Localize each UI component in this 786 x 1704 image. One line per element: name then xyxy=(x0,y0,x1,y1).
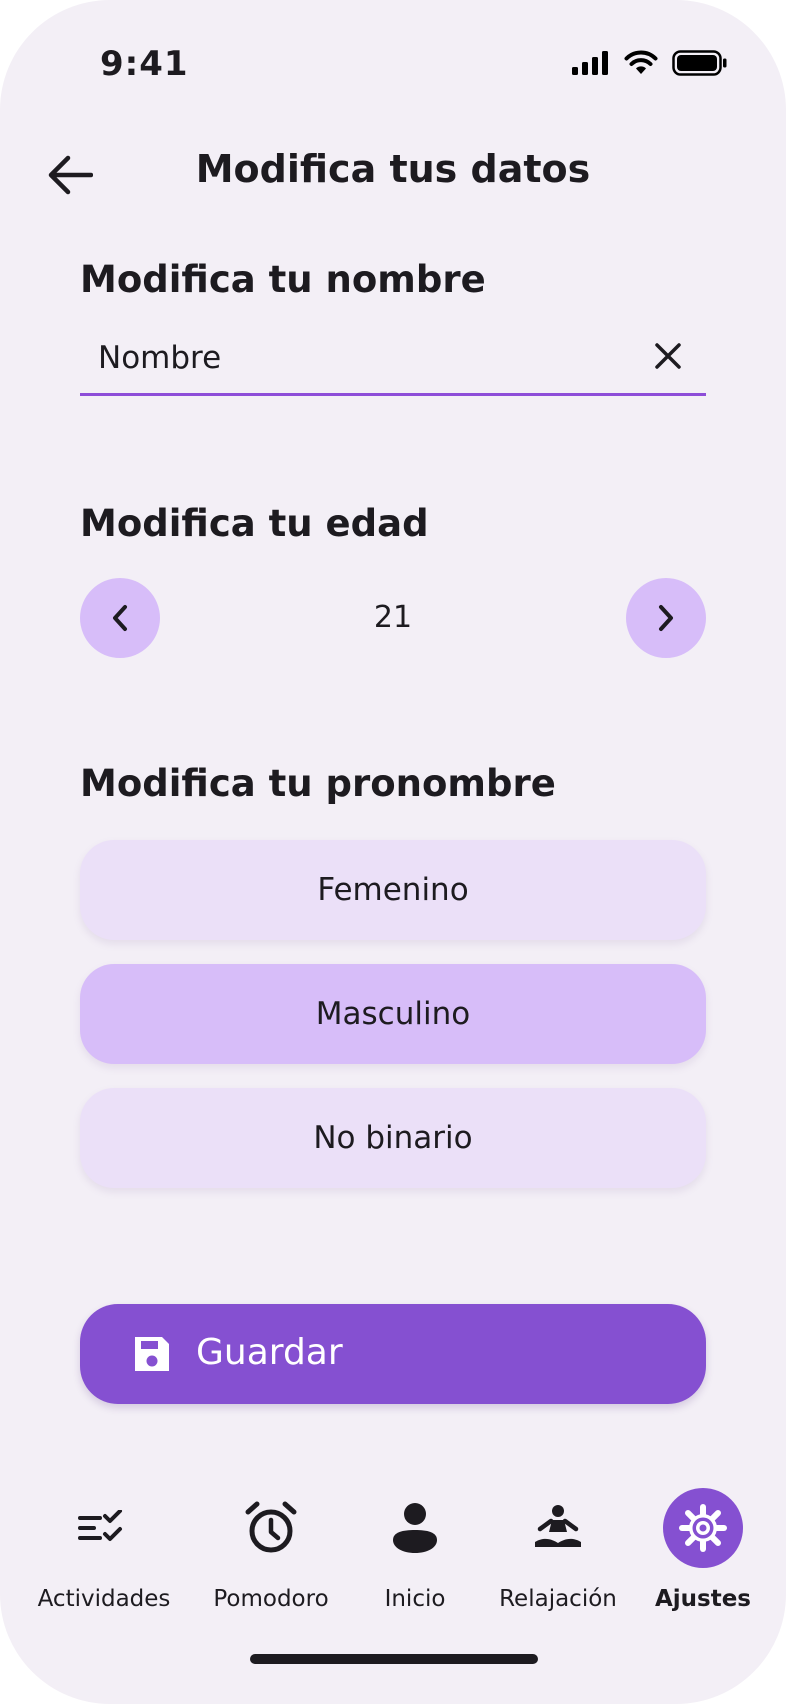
pronoun-option-no-binario[interactable]: No binario xyxy=(80,1088,706,1188)
save-button-label: Guardar xyxy=(196,1332,343,1373)
nav-item-actividades[interactable]: Actividades xyxy=(29,1480,179,1612)
meditation-icon xyxy=(518,1488,598,1568)
pronoun-option-label: Masculino xyxy=(315,996,471,1032)
nav-label: Actividades xyxy=(37,1586,171,1612)
nav-item-relajacion[interactable]: Relajación xyxy=(483,1480,633,1612)
signal-icon xyxy=(572,51,608,75)
pronoun-section-title: Modifica tu pronombre xyxy=(80,762,556,805)
name-field[interactable]: Nombre xyxy=(80,330,706,396)
pronoun-option-masculino[interactable]: Masculino xyxy=(80,964,706,1064)
nav-item-inicio[interactable]: Inicio xyxy=(340,1480,490,1612)
pronoun-option-femenino[interactable]: Femenino xyxy=(80,840,706,940)
wifi-icon xyxy=(624,50,658,74)
status-time: 9:41 xyxy=(100,44,189,84)
status-icons xyxy=(572,50,728,76)
age-section-title: Modifica tu edad xyxy=(80,502,429,545)
name-section-title: Modifica tu nombre xyxy=(80,258,486,301)
clear-button[interactable] xyxy=(648,336,688,376)
pronoun-option-label: Femenino xyxy=(317,872,469,908)
nav-item-pomodoro[interactable]: Pomodoro xyxy=(196,1480,346,1612)
top-bar: Modifica tus datos xyxy=(0,135,786,207)
gear-icon xyxy=(663,1488,743,1568)
checklist-icon xyxy=(64,1488,144,1568)
person-icon xyxy=(375,1488,455,1568)
pronoun-option-label: No binario xyxy=(313,1120,473,1156)
age-increment-button[interactable] xyxy=(626,578,706,658)
alarm-clock-icon xyxy=(231,1488,311,1568)
nav-label: Relajación xyxy=(499,1586,617,1612)
name-input[interactable]: Nombre xyxy=(98,340,221,376)
nav-item-ajustes[interactable]: Ajustes xyxy=(628,1480,778,1612)
bottom-nav: Actividades Pomodoro Inicio Relajación A… xyxy=(0,1480,786,1620)
nav-label: Ajustes xyxy=(654,1586,752,1612)
nav-label: Pomodoro xyxy=(213,1586,329,1612)
status-bar: 9:41 xyxy=(0,0,786,120)
nav-label: Inicio xyxy=(384,1586,446,1612)
battery-icon xyxy=(672,50,727,76)
save-button[interactable]: Guardar xyxy=(80,1304,706,1404)
save-icon xyxy=(135,1337,169,1371)
page-title: Modifica tus datos xyxy=(195,147,591,191)
chevron-right-icon xyxy=(659,605,673,631)
phone-screen: 9:41 Modifica tus datos Modifica tu nomb… xyxy=(0,0,786,1704)
home-indicator xyxy=(250,1654,538,1664)
close-icon xyxy=(655,343,681,369)
